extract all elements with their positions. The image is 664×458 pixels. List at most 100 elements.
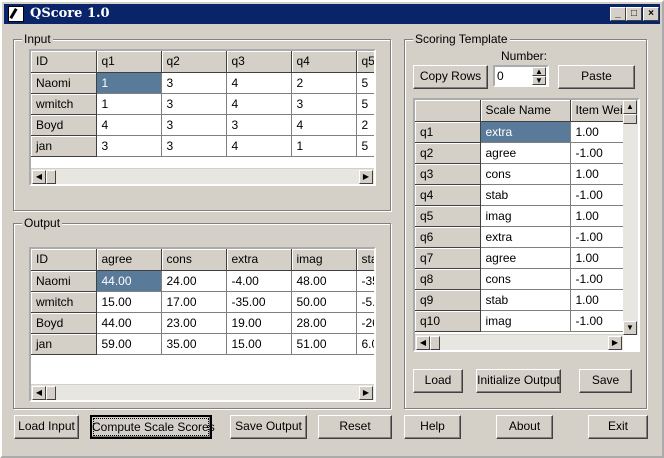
grid-cell[interactable]: 15.00: [226, 333, 292, 355]
grid-cell[interactable]: 1.00: [570, 121, 626, 143]
row-header[interactable]: jan: [31, 333, 97, 355]
grid-cell[interactable]: agree: [480, 142, 571, 164]
column-header[interactable]: agree: [96, 249, 162, 271]
scroll-down-icon[interactable]: ▼: [623, 321, 637, 335]
template-vscrollbar[interactable]: ▲ ▼: [623, 100, 638, 335]
grid-cell[interactable]: stab: [480, 184, 571, 206]
column-header[interactable]: imag: [291, 249, 357, 271]
close-button[interactable]: ×: [643, 7, 659, 21]
about-button[interactable]: About: [496, 415, 553, 439]
row-header[interactable]: q3: [415, 163, 481, 185]
row-header[interactable]: wmitch: [31, 291, 97, 313]
grid-cell[interactable]: 4: [96, 114, 162, 136]
initialize-output-button[interactable]: Initialize Output: [476, 369, 561, 393]
grid-cell[interactable]: 4: [226, 93, 292, 115]
template-grid[interactable]: Scale Name Item Weig q1 extra 1.00 q2 agree -1.…: [413, 98, 640, 352]
scroll-left-icon[interactable]: ◀: [32, 170, 46, 184]
grid-cell[interactable]: extra: [480, 121, 571, 143]
grid-cell[interactable]: cons: [480, 163, 571, 185]
row-header[interactable]: wmitch: [31, 93, 97, 115]
column-header[interactable]: q5: [356, 51, 374, 73]
paste-button[interactable]: Paste: [558, 65, 635, 89]
grid-cell[interactable]: 1.00: [570, 289, 626, 311]
spin-up-icon[interactable]: ▲: [532, 67, 546, 76]
column-header[interactable]: [415, 100, 481, 122]
row-header[interactable]: Boyd: [31, 312, 97, 334]
grid-cell[interactable]: 1: [96, 93, 162, 115]
row-header[interactable]: q5: [415, 205, 481, 227]
column-header[interactable]: q3: [226, 51, 292, 73]
column-header[interactable]: sta: [356, 249, 374, 271]
scroll-thumb[interactable]: [430, 336, 440, 350]
scroll-thumb[interactable]: [623, 114, 637, 124]
row-header[interactable]: q2: [415, 142, 481, 164]
row-header[interactable]: q8: [415, 268, 481, 290]
grid-cell[interactable]: 3: [161, 135, 227, 157]
grid-cell[interactable]: 51.00: [291, 333, 357, 355]
exit-button[interactable]: Exit: [588, 415, 648, 439]
help-button[interactable]: Help: [404, 415, 461, 439]
row-header[interactable]: q6: [415, 226, 481, 248]
row-header[interactable]: q1: [415, 121, 481, 143]
column-header[interactable]: Scale Name: [480, 100, 571, 122]
grid-cell[interactable]: -1.00: [570, 310, 626, 332]
grid-cell[interactable]: extra: [480, 226, 571, 248]
grid-cell[interactable]: 59.00: [96, 333, 162, 355]
input-grid[interactable]: ID q1 q2 q3 q4 q5 Naomi 1 3 4 2 5 wmitch 1 3 4 3 5 Boyd 4 3 3…: [29, 49, 376, 186]
column-header[interactable]: q1: [96, 51, 162, 73]
scroll-right-icon[interactable]: ▶: [359, 386, 373, 400]
scroll-up-icon[interactable]: ▲: [623, 100, 637, 114]
grid-cell[interactable]: 44.00: [96, 270, 162, 292]
grid-cell[interactable]: 1.00: [570, 205, 626, 227]
grid-cell[interactable]: 1: [96, 72, 162, 94]
grid-cell[interactable]: -5.0: [356, 291, 374, 313]
grid-cell[interactable]: 19.00: [226, 312, 292, 334]
maximize-button[interactable]: □: [626, 7, 642, 21]
grid-cell[interactable]: 1.00: [570, 163, 626, 185]
grid-cell[interactable]: 24.00: [161, 270, 227, 292]
row-header[interactable]: q10: [415, 310, 481, 332]
scroll-right-icon[interactable]: ▶: [608, 336, 622, 350]
column-header[interactable]: Item Weig: [570, 100, 626, 122]
row-header[interactable]: q4: [415, 184, 481, 206]
grid-cell[interactable]: 15.00: [96, 291, 162, 313]
output-hscrollbar[interactable]: ◀ ▶: [31, 384, 374, 400]
column-header[interactable]: ID: [31, 51, 97, 73]
column-header[interactable]: cons: [161, 249, 227, 271]
input-hscrollbar[interactable]: ◀ ▶: [31, 168, 374, 184]
template-load-button[interactable]: Load: [413, 369, 463, 393]
spin-down-icon[interactable]: ▼: [532, 76, 546, 85]
save-output-button[interactable]: Save Output: [230, 415, 307, 439]
grid-cell[interactable]: 2: [356, 114, 374, 136]
compute-scale-scores-button[interactable]: Compute Scale Scores: [90, 415, 215, 439]
reset-button[interactable]: Reset: [318, 415, 392, 439]
grid-cell[interactable]: 3: [161, 114, 227, 136]
scroll-thumb[interactable]: [46, 170, 56, 184]
grid-cell[interactable]: 44.00: [96, 312, 162, 334]
grid-cell[interactable]: 6.0: [356, 333, 374, 355]
grid-cell[interactable]: 23.00: [161, 312, 227, 334]
grid-cell[interactable]: 3: [96, 135, 162, 157]
grid-cell[interactable]: -35: [356, 270, 374, 292]
grid-cell[interactable]: 17.00: [161, 291, 227, 313]
output-grid[interactable]: ID agree cons extra imag sta Naomi 44.00 24.00 -4…: [29, 247, 376, 402]
grid-cell[interactable]: 28.00: [291, 312, 357, 334]
row-header[interactable]: Boyd: [31, 114, 97, 136]
grid-cell[interactable]: 4: [226, 72, 292, 94]
grid-cell[interactable]: 4: [291, 114, 357, 136]
grid-cell[interactable]: 3: [291, 93, 357, 115]
load-input-button[interactable]: Load Input: [14, 415, 79, 439]
row-header[interactable]: q7: [415, 247, 481, 269]
number-spinner[interactable]: 0 ▲ ▼: [493, 65, 549, 87]
grid-cell[interactable]: -26: [356, 312, 374, 334]
grid-cell[interactable]: 5: [356, 72, 374, 94]
row-header[interactable]: q9: [415, 289, 481, 311]
grid-cell[interactable]: imag: [480, 310, 571, 332]
grid-cell[interactable]: cons: [480, 268, 571, 290]
grid-cell[interactable]: 1.00: [570, 247, 626, 269]
grid-cell[interactable]: 4: [226, 135, 292, 157]
column-header[interactable]: extra: [226, 249, 292, 271]
scroll-right-icon[interactable]: ▶: [359, 170, 373, 184]
scroll-thumb[interactable]: [46, 386, 56, 400]
grid-cell[interactable]: 3: [161, 72, 227, 94]
